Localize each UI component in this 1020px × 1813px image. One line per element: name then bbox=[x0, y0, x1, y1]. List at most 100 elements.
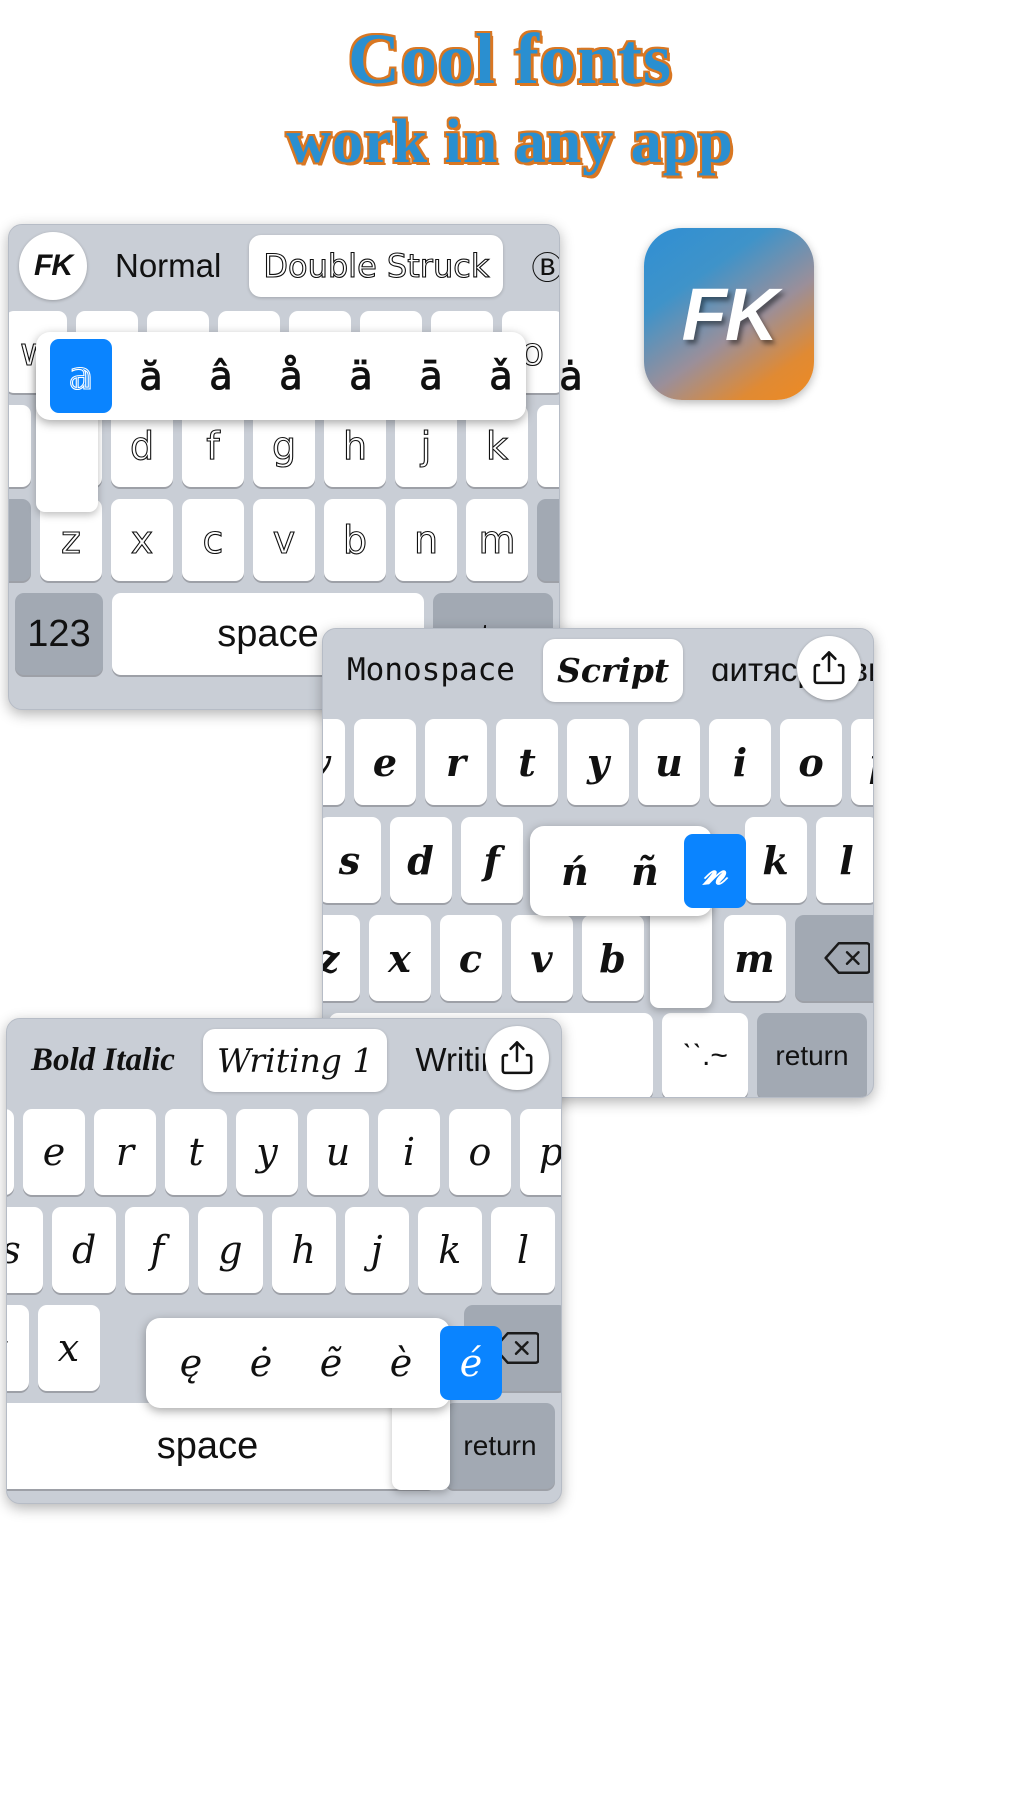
share-icon bbox=[501, 1041, 533, 1075]
accent-option-5[interactable]: ā bbox=[400, 339, 462, 413]
key-w[interactable]: w bbox=[323, 719, 345, 805]
fk-logo-badge[interactable]: FK bbox=[19, 232, 87, 300]
accent-option-0[interactable]: ę bbox=[160, 1326, 222, 1400]
accent-popup-a[interactable]: 𝕒 ă â å ä ā ǎ ȧ bbox=[36, 332, 583, 420]
key-x[interactable]: x bbox=[368, 915, 431, 1001]
key-h[interactable]: h bbox=[271, 1207, 336, 1293]
space-key[interactable]: space bbox=[7, 1403, 436, 1489]
font-tab-double-struck[interactable]: Double Struck bbox=[249, 235, 504, 297]
key-u[interactable]: u bbox=[307, 1109, 369, 1195]
app-icon[interactable]: FK bbox=[644, 228, 814, 400]
keyboard-writing[interactable]: Bold Italic Writing 1 Writing 2 w e r t … bbox=[6, 1018, 562, 1504]
accent-option-2[interactable]: â bbox=[190, 339, 252, 413]
accent-option-0[interactable]: ń bbox=[544, 834, 606, 908]
key-n[interactable]: n bbox=[395, 499, 457, 581]
key-j[interactable]: j bbox=[344, 1207, 409, 1293]
key-p[interactable]: p bbox=[851, 719, 873, 805]
accent-option-3[interactable]: è bbox=[370, 1326, 432, 1400]
key-d[interactable]: d bbox=[52, 1207, 117, 1293]
accent-option-2[interactable]: ẽ bbox=[300, 1326, 362, 1400]
font-tab-bubble[interactable]: ⒷⓊⒷⒷ bbox=[517, 231, 559, 301]
key-t[interactable]: t bbox=[165, 1109, 227, 1195]
backspace-key[interactable] bbox=[537, 499, 559, 581]
key-m[interactable]: m bbox=[723, 915, 786, 1001]
key-u[interactable]: u bbox=[638, 719, 700, 805]
font-tab-bold-italic[interactable]: Bold Italic bbox=[17, 1030, 189, 1091]
key-r[interactable]: r bbox=[94, 1109, 156, 1195]
font-toolbar[interactable]: Bold Italic Writing 1 Writing 2 bbox=[7, 1019, 561, 1101]
key-m[interactable]: m bbox=[466, 499, 528, 581]
headline-line-2: work in any app bbox=[286, 107, 734, 176]
key-a[interactable]: a bbox=[9, 405, 31, 487]
key-f[interactable]: f bbox=[125, 1207, 190, 1293]
key-v[interactable]: v bbox=[510, 915, 573, 1001]
key-w[interactable]: w bbox=[7, 1109, 14, 1195]
key-r[interactable]: r bbox=[425, 719, 487, 805]
page-title: Cool fonts work in any app bbox=[0, 21, 1020, 176]
key-z[interactable]: z bbox=[323, 915, 360, 1001]
key-l[interactable]: l bbox=[490, 1207, 555, 1293]
key-b[interactable]: b bbox=[324, 499, 386, 581]
key-row-3: z x c v b m bbox=[323, 915, 873, 1001]
share-button[interactable] bbox=[797, 636, 861, 700]
key-x[interactable]: x bbox=[37, 1305, 100, 1391]
font-tab-monospace[interactable]: Monospace bbox=[333, 640, 529, 700]
shift-key[interactable] bbox=[9, 499, 31, 581]
key-p[interactable]: p bbox=[520, 1109, 561, 1195]
key-z[interactable]: z bbox=[7, 1305, 29, 1391]
key-o[interactable]: o bbox=[780, 719, 842, 805]
key-i[interactable]: i bbox=[378, 1109, 440, 1195]
return-key[interactable]: return bbox=[757, 1013, 867, 1097]
accent-option-1[interactable]: ă bbox=[120, 339, 182, 413]
accent-option-7[interactable]: ȧ bbox=[540, 339, 602, 413]
accent-option-6[interactable]: ǎ bbox=[470, 339, 532, 413]
key-y[interactable]: y bbox=[567, 719, 629, 805]
key-g[interactable]: g bbox=[198, 1207, 263, 1293]
return-key[interactable]: return bbox=[445, 1403, 555, 1489]
accent-popup-n[interactable]: ń ñ 𝓃 bbox=[530, 826, 746, 916]
key-s[interactable]: s bbox=[7, 1207, 44, 1293]
backspace-key[interactable] bbox=[794, 915, 873, 1001]
key-rows: w e r t y u i o p s d f g h j k l z bbox=[7, 1101, 561, 1499]
key-l[interactable]: l bbox=[815, 817, 873, 903]
key-k[interactable]: k bbox=[417, 1207, 482, 1293]
key-l[interactable]: l bbox=[537, 405, 559, 487]
accent-option-1[interactable]: ė bbox=[230, 1326, 292, 1400]
key-b[interactable]: b bbox=[581, 915, 644, 1001]
key-row-2: s d f g h j k l bbox=[7, 1207, 555, 1293]
accent-option-2[interactable]: 𝓃 bbox=[684, 834, 746, 908]
key-s[interactable]: s bbox=[323, 817, 381, 903]
backspace-icon bbox=[823, 941, 870, 975]
key-t[interactable]: t bbox=[496, 719, 558, 805]
share-button[interactable] bbox=[485, 1026, 549, 1090]
key-c[interactable]: c bbox=[182, 499, 244, 581]
key-row-1: w e r t y u i o p bbox=[7, 1109, 561, 1195]
key-i[interactable]: i bbox=[709, 719, 771, 805]
key-d[interactable]: d bbox=[389, 817, 452, 903]
font-toolbar[interactable]: FK Normal Double Struck ⒷⓊⒷⒷ bbox=[9, 225, 559, 307]
font-tab-script[interactable]: Script bbox=[542, 638, 684, 702]
numeric-key[interactable]: 123 bbox=[15, 593, 103, 675]
accent-option-4[interactable]: ä bbox=[330, 339, 392, 413]
accent-option-4[interactable]: é bbox=[440, 1326, 502, 1400]
key-e[interactable]: e bbox=[354, 719, 416, 805]
key-row-1: w e r t y u i o p bbox=[323, 719, 873, 805]
font-tab-writing-1[interactable]: Writing 1 bbox=[202, 1028, 388, 1092]
font-tab-normal[interactable]: Normal bbox=[101, 235, 235, 297]
key-c[interactable]: c bbox=[439, 915, 502, 1001]
app-icon-label: FK bbox=[681, 272, 779, 356]
key-row-3: z x c v b n m bbox=[9, 499, 559, 581]
font-toolbar[interactable]: Monospace Script ɑитясрнсви bbox=[323, 629, 873, 711]
key-f[interactable]: f bbox=[460, 817, 523, 903]
accent-option-0[interactable]: 𝕒 bbox=[50, 339, 112, 413]
symbols-key[interactable]: ˋˋ.~ bbox=[662, 1013, 748, 1097]
key-o[interactable]: o bbox=[449, 1109, 511, 1195]
key-k[interactable]: k bbox=[744, 817, 807, 903]
key-v[interactable]: v bbox=[253, 499, 315, 581]
accent-popup-e[interactable]: ę ė ẽ è é bbox=[146, 1318, 502, 1408]
key-y[interactable]: y bbox=[236, 1109, 298, 1195]
key-x[interactable]: x bbox=[111, 499, 173, 581]
key-e[interactable]: e bbox=[23, 1109, 85, 1195]
accent-option-3[interactable]: å bbox=[260, 339, 322, 413]
accent-option-1[interactable]: ñ bbox=[614, 834, 676, 908]
